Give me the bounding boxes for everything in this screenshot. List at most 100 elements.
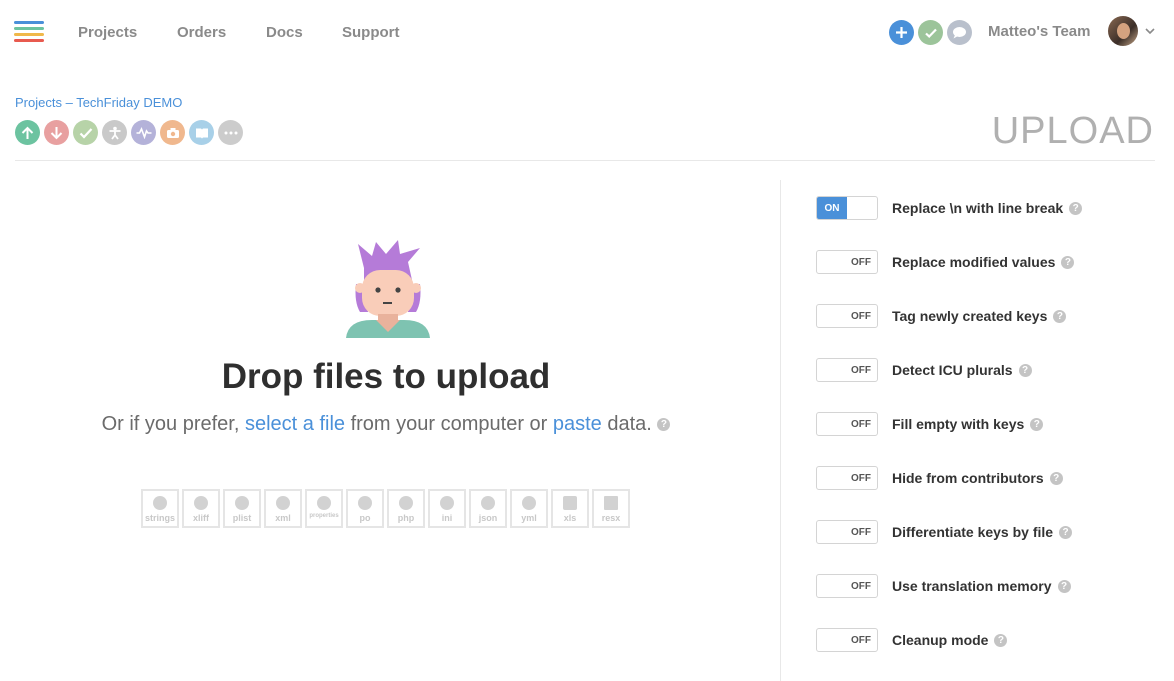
toggle-icu-plurals[interactable]: OFF [816, 358, 878, 382]
option-replace-modified: OFF Replace modified values ? [816, 250, 1075, 274]
format-label: json [478, 513, 498, 523]
format-yml: yml [510, 489, 548, 528]
toggle-state: OFF [851, 634, 871, 646]
check-icon [924, 28, 937, 38]
drop-sub-text: data. [601, 413, 652, 435]
android-icon [276, 496, 290, 510]
format-plist: plist [223, 489, 261, 528]
panel-divider [780, 180, 781, 681]
toggle-cleanup-mode[interactable]: OFF [816, 628, 878, 652]
help-icon[interactable]: ? [1061, 255, 1075, 269]
excel-icon [563, 496, 577, 510]
help-icon[interactable]: ? [1069, 201, 1083, 215]
format-php: php [387, 489, 425, 528]
help-icon[interactable]: ? [1057, 579, 1071, 593]
nav-projects[interactable]: Projects [78, 24, 137, 41]
user-illustration-icon [346, 240, 430, 338]
help-icon[interactable]: ? [1030, 417, 1044, 431]
option-label: Detect ICU plurals [892, 362, 1013, 378]
help-icon[interactable]: ? [1053, 309, 1067, 323]
globe-icon [399, 496, 413, 510]
help-icon[interactable]: ? [994, 633, 1008, 647]
nav-orders[interactable]: Orders [177, 24, 226, 41]
toggle-state: OFF [851, 472, 871, 484]
apple-icon [153, 496, 167, 510]
format-label: php [397, 513, 415, 523]
nav-docs[interactable]: Docs [266, 24, 303, 41]
screenshots-icon[interactable] [160, 120, 185, 145]
toggle-tag-new-keys[interactable]: OFF [816, 304, 878, 328]
format-xls: xls [551, 489, 589, 528]
toggle-hide-contributors[interactable]: OFF [816, 466, 878, 490]
team-name[interactable]: Matteo's Team [988, 23, 1090, 40]
toggle-state: OFF [851, 418, 871, 430]
glossary-icon[interactable] [189, 120, 214, 145]
help-icon[interactable]: ? [1049, 471, 1063, 485]
drop-title: Drop files to upload [221, 357, 551, 396]
option-tag-new-keys: OFF Tag newly created keys ? [816, 304, 1067, 328]
top-navigation: Projects Orders Docs Support Matteo's Te… [0, 0, 1174, 64]
format-label: ini [441, 513, 453, 523]
globe-icon [481, 496, 495, 510]
format-label: xliff [192, 513, 209, 523]
format-xliff: xliff [182, 489, 220, 528]
globe-icon [522, 496, 536, 510]
help-icon[interactable]: ? [1018, 363, 1032, 377]
contributors-icon[interactable] [102, 120, 127, 145]
activity-icon[interactable] [131, 120, 156, 145]
plus-icon [896, 27, 907, 38]
format-strings: strings [141, 489, 179, 528]
toggle-differentiate-keys[interactable]: OFF [816, 520, 878, 544]
toggle-translation-memory[interactable]: OFF [816, 574, 878, 598]
paste-link[interactable]: paste [553, 413, 602, 435]
toggle-state: OFF [851, 364, 871, 376]
breadcrumb-separator: – [61, 95, 77, 110]
add-button[interactable] [889, 20, 914, 45]
select-file-link[interactable]: select a file [245, 413, 345, 435]
help-icon[interactable]: ? [1059, 525, 1073, 539]
tasks-button[interactable] [918, 20, 943, 45]
option-label: Replace \n with line break [892, 200, 1064, 216]
format-xml: xml [264, 489, 302, 528]
download-icon[interactable] [44, 120, 69, 145]
chevron-down-icon[interactable] [1144, 25, 1156, 37]
android-icon [317, 496, 331, 510]
breadcrumb-project-link[interactable]: TechFriday DEMO [76, 95, 182, 110]
option-label: Fill empty with keys [892, 416, 1025, 432]
more-icon[interactable] [218, 120, 243, 145]
option-hide-contributors: OFF Hide from contributors ? [816, 466, 1063, 490]
format-properties: properties [305, 489, 343, 528]
format-label: xls [563, 513, 577, 523]
format-label: properties [309, 513, 339, 519]
header-divider [15, 160, 1155, 161]
format-label: yml [521, 513, 537, 523]
toggle-replace-modified[interactable]: OFF [816, 250, 878, 274]
nav-support[interactable]: Support [342, 24, 400, 41]
globe-icon [358, 496, 372, 510]
option-differentiate-keys: OFF Differentiate keys by file ? [816, 520, 1073, 544]
avatar[interactable] [1108, 16, 1138, 46]
drop-sub-text: Or if you prefer, [101, 413, 245, 435]
format-label: resx [601, 513, 621, 523]
format-resx: resx [592, 489, 630, 528]
option-label: Tag newly created keys [892, 308, 1048, 324]
option-fill-empty: OFF Fill empty with keys ? [816, 412, 1044, 436]
toggle-fill-empty[interactable]: OFF [816, 412, 878, 436]
option-cleanup-mode: OFF Cleanup mode ? [816, 628, 1008, 652]
format-json: json [469, 489, 507, 528]
option-label: Differentiate keys by file [892, 524, 1054, 540]
chat-button[interactable] [947, 20, 972, 45]
option-label: Cleanup mode [892, 632, 989, 648]
format-label: strings [144, 513, 175, 523]
option-label: Replace modified values [892, 254, 1056, 270]
toggle-state: OFF [851, 310, 871, 322]
toggle-state: OFF [851, 526, 871, 538]
help-icon[interactable]: ? [657, 418, 671, 432]
option-label: Use translation memory [892, 578, 1052, 594]
review-check-icon[interactable] [73, 120, 98, 145]
app-logo-icon[interactable] [14, 21, 46, 47]
breadcrumb-projects-link[interactable]: Projects [15, 95, 62, 110]
upload-icon[interactable] [15, 120, 40, 145]
toggle-replace-line-break[interactable]: ON [816, 196, 878, 220]
breadcrumb: Projects – TechFriday DEMO [15, 95, 182, 110]
